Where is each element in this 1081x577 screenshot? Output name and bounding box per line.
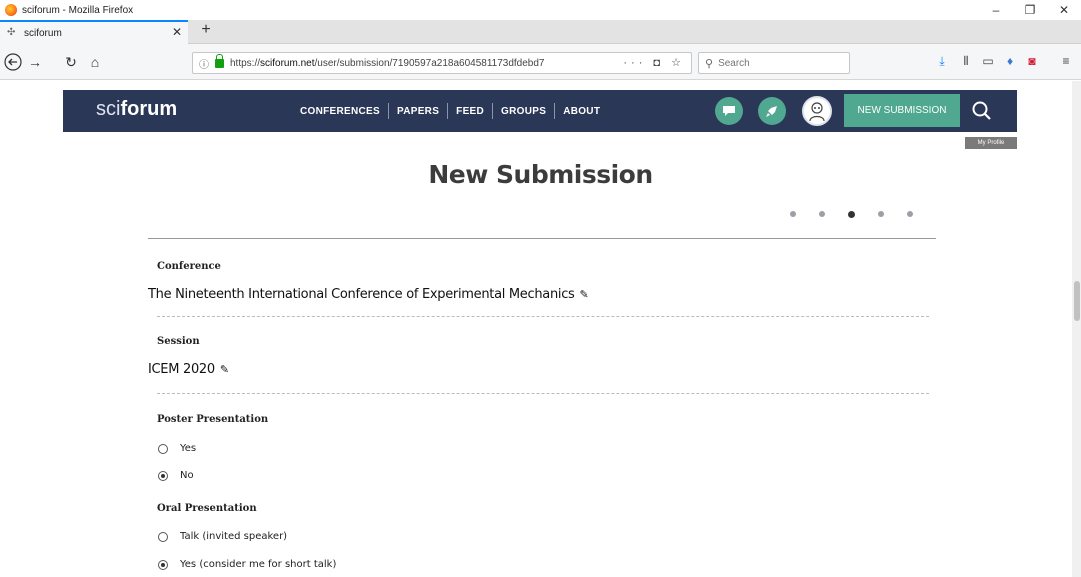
chat-button[interactable] [715, 97, 743, 125]
step-dot-4 [878, 211, 884, 217]
dashed-divider [157, 393, 929, 394]
session-value-text: ICEM 2020 [148, 362, 215, 377]
nav-separator [447, 103, 449, 119]
pocket-icon[interactable]: ◙ [1024, 54, 1040, 68]
oral-presentation-label: Oral Presentation [157, 503, 257, 514]
my-profile-tooltip: My Profile [965, 137, 1017, 149]
close-window-button[interactable]: ✕ [1047, 0, 1081, 20]
url-path: /user/submission/7190597a218a604581173df… [314, 57, 545, 69]
pencil-icon[interactable]: ✎ [580, 288, 589, 301]
browser-search-input[interactable] [718, 57, 839, 69]
sciforum-logo[interactable]: sciforum [96, 98, 177, 121]
navigation-bar: → ↻ ⌂ ⓘ https://sciforum.net/user/submis… [0, 44, 1081, 80]
oral-talk-label: Talk (invited speaker) [180, 531, 288, 542]
step-dot-3-active [848, 211, 855, 218]
forward-arrow-icon[interactable]: → [26, 53, 44, 71]
sciforum-favicon-icon: ✣ [7, 27, 16, 38]
new-tab-button[interactable]: + [196, 21, 216, 41]
step-dot-1 [790, 211, 796, 217]
minimize-button[interactable]: – [979, 0, 1013, 20]
chat-icon [723, 106, 735, 116]
poster-presentation-label: Poster Presentation [157, 414, 269, 425]
logo-bold-text: forum [120, 98, 178, 120]
step-dot-2 [819, 211, 825, 217]
nav-about[interactable]: ABOUT [563, 106, 600, 117]
page-actions-icon[interactable]: ··· ◘ ☆ [623, 56, 685, 69]
page-title: New Submission [428, 160, 653, 189]
url-bar[interactable]: ⓘ https://sciforum.net/user/submission/7… [192, 52, 692, 74]
url-domain: sciforum.net [260, 57, 315, 69]
nav-papers[interactable]: PAPERS [397, 106, 439, 117]
dashed-divider [157, 316, 929, 317]
nav-separator [554, 103, 556, 119]
tab-label: sciforum [24, 27, 62, 39]
poster-no-radio[interactable] [158, 470, 168, 481]
search-icon: ⚲ [705, 57, 714, 70]
user-avatar-icon [809, 102, 825, 122]
main-navigation: CONFERENCES PAPERS FEED GROUPS ABOUT [300, 90, 600, 132]
rocket-button[interactable] [758, 97, 786, 125]
library-icon[interactable]: ⫴ [958, 54, 974, 69]
conference-label: Conference [157, 261, 221, 272]
oral-short-talk-radio[interactable] [158, 559, 168, 570]
window-title: sciforum - Mozilla Firefox [22, 4, 134, 16]
restore-button[interactable]: ❐ [1013, 0, 1047, 20]
conference-value-text: The Nineteenth International Conference … [148, 287, 575, 302]
nav-conferences[interactable]: CONFERENCES [300, 106, 380, 117]
tab-close-icon[interactable]: ✕ [172, 25, 182, 39]
site-header: sciforum CONFERENCES PAPERS FEED GROUPS … [63, 90, 1017, 132]
firefox-logo-icon [5, 4, 17, 16]
scrollbar-thumb[interactable] [1074, 281, 1080, 321]
browser-search-box[interactable]: ⚲ [698, 52, 850, 74]
url-prefix: https:// [230, 57, 261, 69]
new-submission-button[interactable]: NEW SUBMISSION [844, 94, 960, 127]
poster-no-label: No [180, 470, 194, 481]
rocket-icon [766, 106, 777, 117]
nav-separator [492, 103, 494, 119]
step-indicator [790, 211, 936, 218]
pencil-icon[interactable]: ✎ [220, 363, 229, 376]
window-titlebar: sciforum - Mozilla Firefox – ❐ ✕ [0, 0, 1081, 20]
nav-groups[interactable]: GROUPS [501, 106, 546, 117]
avatar[interactable] [802, 96, 832, 126]
window-controls: – ❐ ✕ [979, 0, 1081, 20]
oral-short-talk-label: Yes (consider me for short talk) [180, 559, 337, 570]
page-scrollbar[interactable] [1072, 81, 1081, 577]
section-divider [148, 238, 936, 239]
poster-option-no[interactable]: No [158, 470, 194, 481]
step-dot-5 [907, 211, 913, 217]
download-icon[interactable]: ⤓ [934, 54, 950, 69]
oral-option-talk[interactable]: Talk (invited speaker) [158, 531, 287, 542]
session-label: Session [157, 336, 200, 347]
tab-strip: ✣ sciforum ✕ + [0, 20, 1081, 44]
back-arrow-icon[interactable] [4, 53, 22, 71]
nav-feed[interactable]: FEED [456, 106, 484, 117]
menu-icon[interactable]: ≡ [1058, 54, 1074, 68]
logo-thin-text: sci [96, 98, 121, 120]
sidebar-icon[interactable]: ▭ [980, 54, 996, 68]
tab-sciforum[interactable]: ✣ sciforum ✕ [0, 20, 188, 44]
extension-icon[interactable]: ♦ [1002, 54, 1018, 68]
nav-separator [387, 103, 389, 119]
conference-value: The Nineteenth International Conference … [148, 287, 589, 302]
home-icon[interactable]: ⌂ [86, 53, 104, 71]
oral-talk-radio[interactable] [158, 531, 168, 542]
url-text[interactable]: https://sciforum.net/user/submission/719… [230, 58, 620, 69]
poster-option-yes[interactable]: Yes [158, 443, 196, 454]
poster-yes-label: Yes [180, 443, 197, 454]
session-value: ICEM 2020 ✎ [148, 362, 229, 377]
lock-icon[interactable] [215, 53, 224, 68]
reload-icon[interactable]: ↻ [62, 53, 80, 71]
oral-option-short-talk[interactable]: Yes (consider me for short talk) [158, 559, 336, 570]
info-icon[interactable]: ⓘ [199, 56, 209, 71]
poster-yes-radio[interactable] [158, 443, 168, 454]
site-search-icon[interactable] [971, 100, 993, 122]
